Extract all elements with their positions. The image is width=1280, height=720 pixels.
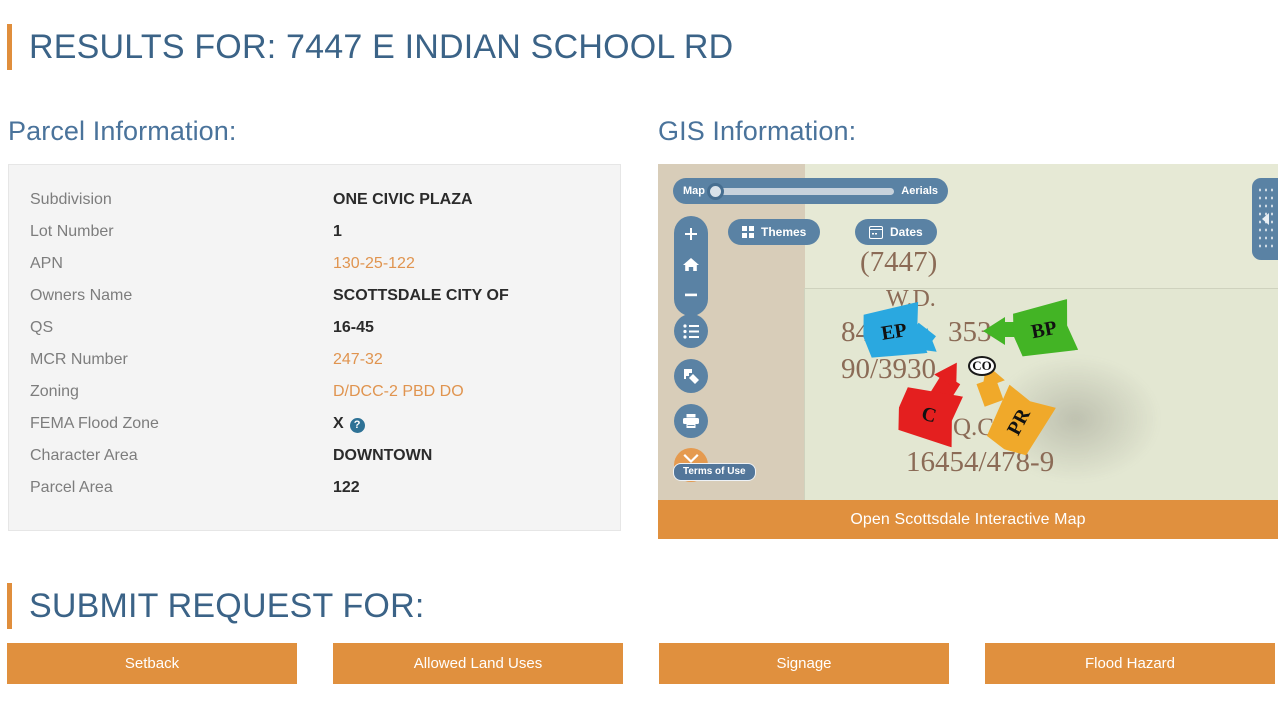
slider-track[interactable] (707, 182, 895, 200)
mcr-link[interactable]: 247-32 (333, 351, 383, 369)
calendar-icon (869, 225, 883, 239)
dates-label: Dates (890, 225, 923, 239)
arrow-head (983, 317, 1005, 345)
apn-link[interactable]: 130-25-122 (333, 255, 415, 273)
legend-icon[interactable] (674, 314, 708, 348)
title-accent-bar (7, 583, 12, 629)
slider-label-map: Map (683, 185, 705, 197)
row-value: SCOTTSDALE CITY OF (333, 287, 509, 304)
title-accent-bar (7, 24, 12, 70)
panel-collapse-handle[interactable] (1252, 178, 1278, 260)
results-page: RESULTS FOR: 7447 E INDIAN SCHOOL RD Par… (0, 0, 1280, 720)
row-value: ONE CIVIC PLAZA (333, 191, 473, 208)
gis-information-heading: GIS Information: (658, 116, 857, 146)
request-buttons-row: Setback Allowed Land Uses Signage Flood … (7, 643, 1275, 684)
chevron-left-icon (1261, 213, 1269, 225)
allowed-land-uses-button[interactable]: Allowed Land Uses (333, 643, 623, 684)
signage-button[interactable]: Signage (659, 643, 949, 684)
row-label: Owners Name (30, 287, 133, 304)
slider-label-aerials: Aerials (901, 185, 938, 197)
flood-zone-value: X (333, 415, 344, 432)
table-row: Character Area DOWNTOWN (9, 447, 620, 479)
row-value: 16-45 (333, 319, 374, 336)
map-aerials-slider[interactable]: Map Aerials (673, 178, 948, 204)
help-icon[interactable]: ? (349, 417, 365, 433)
row-label: Zoning (30, 383, 79, 400)
page-title: RESULTS FOR: 7447 E INDIAN SCHOOL RD (7, 24, 733, 70)
grid-icon (742, 226, 754, 238)
map-label-address: (7447) (860, 246, 938, 278)
themes-label: Themes (761, 225, 807, 239)
row-label: QS (30, 319, 54, 336)
parcel-information-panel: Subdivision ONE CIVIC PLAZA Lot Number 1… (8, 164, 621, 531)
row-label: APN (30, 255, 63, 272)
gis-map-panel: (7447) W.D. 84 353 90/3930 Q.C. 16454/47… (658, 164, 1278, 539)
zoom-out-icon[interactable] (674, 280, 708, 310)
table-row: Owners Name SCOTTSDALE CITY OF (9, 287, 620, 319)
page-title-text: RESULTS FOR: 7447 E INDIAN SCHOOL RD (29, 27, 734, 66)
callout-flag: EP (859, 301, 928, 362)
row-label: Subdivision (30, 191, 112, 208)
submit-request-title-text: SUBMIT REQUEST FOR: (29, 586, 425, 625)
table-row: QS 16-45 (9, 319, 620, 351)
table-row: Lot Number 1 (9, 223, 620, 255)
map-location-marker[interactable]: CO (968, 356, 996, 376)
parcel-information-heading: Parcel Information: (8, 116, 237, 146)
zoning-link[interactable]: D/DCC-2 PBD DO (333, 383, 464, 401)
themes-button[interactable]: Themes (728, 219, 821, 245)
row-value: X ? (333, 415, 365, 433)
callout-code: BP (1029, 316, 1059, 343)
map-canvas[interactable]: (7447) W.D. 84 353 90/3930 Q.C. 16454/47… (658, 164, 1278, 500)
table-row: Parcel Area 122 (9, 479, 620, 511)
row-value: 1 (333, 223, 342, 240)
open-interactive-map-button[interactable]: Open Scottsdale Interactive Map (658, 500, 1278, 539)
row-label: Character Area (30, 447, 138, 464)
measure-icon[interactable] (674, 359, 708, 393)
setback-button[interactable]: Setback (7, 643, 297, 684)
map-zoom-controls (674, 216, 708, 316)
table-row: MCR Number 247-32 (9, 351, 620, 383)
table-row: Zoning D/DCC-2 PBD DO (9, 383, 620, 415)
flood-hazard-button[interactable]: Flood Hazard (985, 643, 1275, 684)
row-label: Parcel Area (30, 479, 113, 496)
submit-request-title: SUBMIT REQUEST FOR: (7, 583, 424, 629)
row-label: FEMA Flood Zone (30, 415, 159, 432)
print-icon[interactable] (674, 404, 708, 438)
table-row: FEMA Flood Zone X ? (9, 415, 620, 447)
row-value: DOWNTOWN (333, 447, 433, 464)
table-row: Subdivision ONE CIVIC PLAZA (9, 191, 620, 223)
dates-button[interactable]: Dates (855, 219, 937, 245)
row-value: 122 (333, 479, 360, 496)
home-icon[interactable] (674, 250, 708, 280)
table-row: APN 130-25-122 (9, 255, 620, 287)
terms-of-use-link[interactable]: Terms of Use (673, 463, 756, 481)
row-label: MCR Number (30, 351, 128, 368)
zoom-in-icon[interactable] (674, 220, 708, 250)
callout-code: EP (879, 318, 909, 345)
row-label: Lot Number (30, 223, 114, 240)
slider-knob[interactable] (707, 182, 724, 200)
